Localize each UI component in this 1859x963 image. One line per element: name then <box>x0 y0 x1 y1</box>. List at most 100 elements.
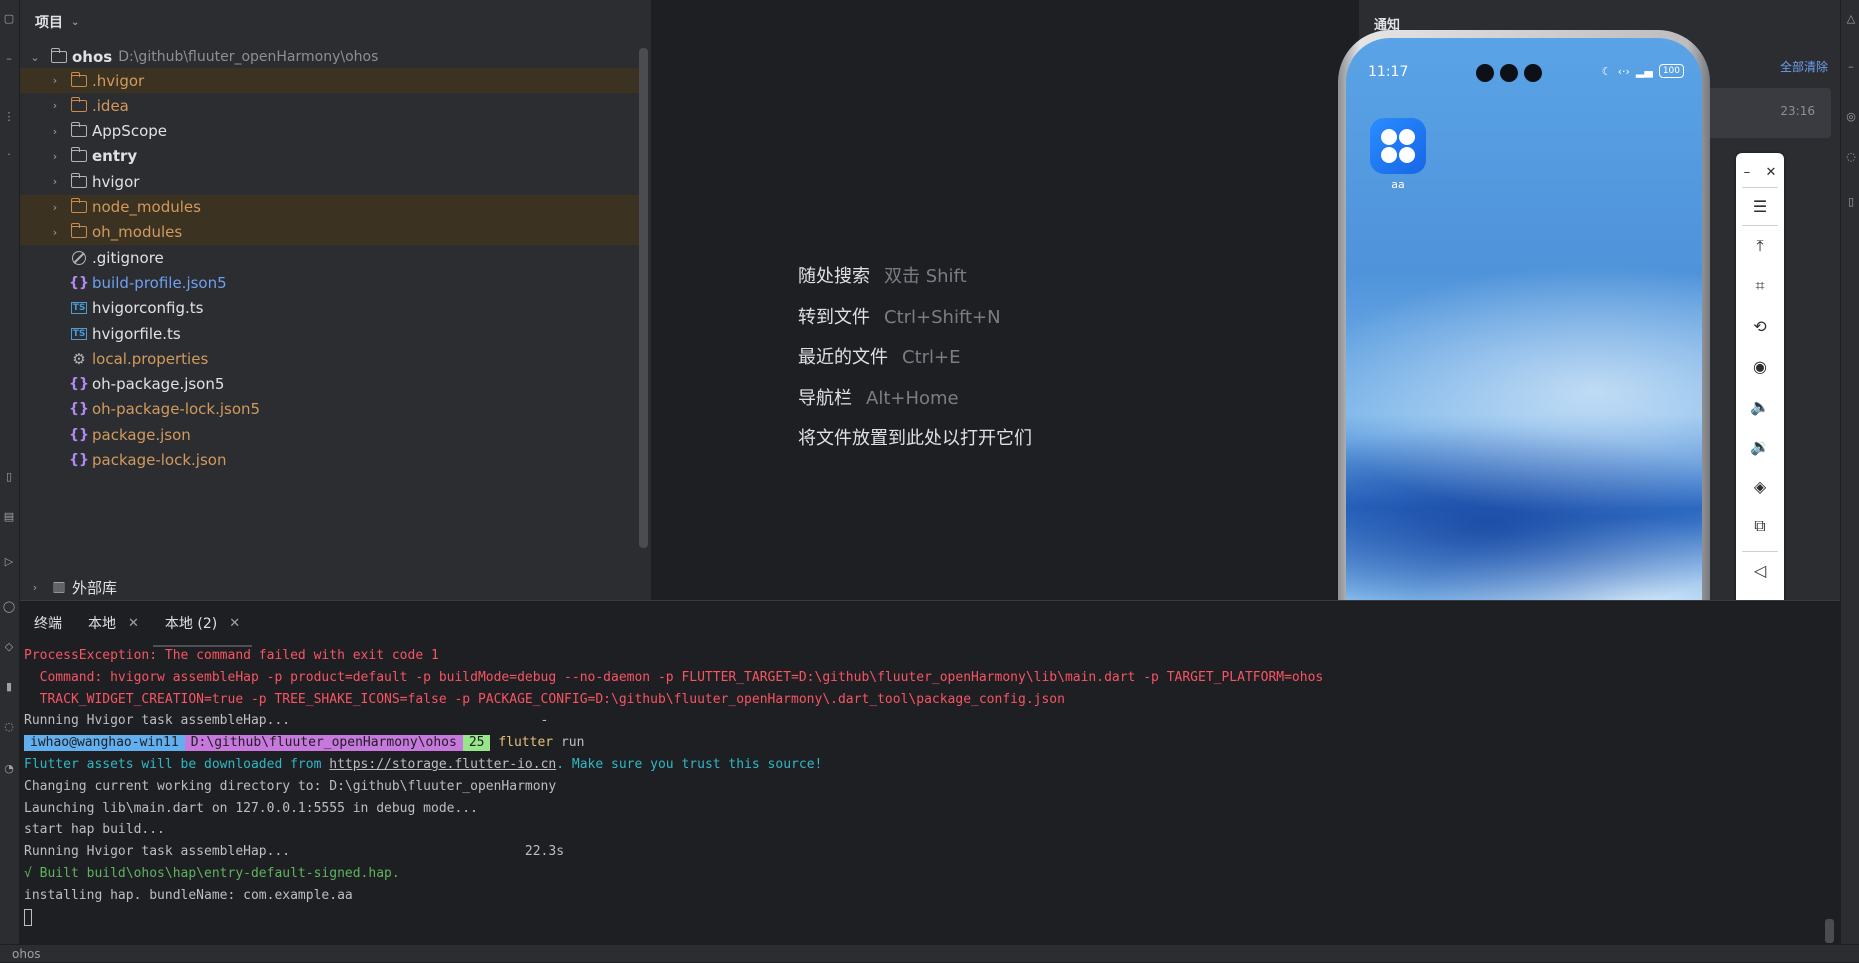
tree-external-libraries[interactable]: › ▥ 外部库 <box>20 572 640 602</box>
tree-item[interactable]: {} package.json <box>20 422 640 447</box>
screenshot-icon[interactable]: ◉ <box>1736 353 1784 379</box>
tree-item[interactable]: › node_modules <box>20 194 640 220</box>
chevron-right-icon[interactable]: › <box>48 99 62 112</box>
tree-item-label: oh-package-lock.json5 <box>92 400 261 419</box>
structure-tool-icon[interactable]: ⋮ <box>2 110 16 124</box>
minimize-icon[interactable]: – <box>1744 165 1751 180</box>
problems-tool-icon[interactable]: ◇ <box>2 640 16 654</box>
terminal-panel: 终端 本地 ✕ 本地 (2) ✕ ProcessException: The comma… <box>20 600 1840 944</box>
tree-item[interactable]: TS hvigorfile.ts <box>20 321 640 346</box>
volume-up-icon[interactable]: 🔈 <box>1736 393 1784 419</box>
tree-item[interactable]: TS hvigorconfig.ts <box>20 296 640 321</box>
commit-tool-icon[interactable]: – <box>2 52 16 66</box>
app-aa[interactable]: aa <box>1370 118 1426 191</box>
run-tool-icon[interactable]: ▷ <box>2 555 16 569</box>
tree-item[interactable]: .gitignore <box>20 245 640 270</box>
terminal-tab-label: 终端 <box>34 616 62 632</box>
terminal-text: Flutter assets will be downloaded from <box>24 756 330 772</box>
chevron-right-icon[interactable]: › <box>48 201 62 214</box>
close-icon[interactable]: ✕ <box>128 616 139 631</box>
back-icon[interactable]: ◁ <box>1736 557 1784 583</box>
project-header[interactable]: 项目 ⌄ <box>20 0 651 44</box>
folder-icon <box>70 96 88 114</box>
tree-item[interactable]: {} package-lock.json <box>20 448 640 473</box>
tree-item-label: hvigor <box>92 172 140 191</box>
shake-icon[interactable]: ◈ <box>1736 473 1784 499</box>
tree-item[interactable]: › entry <box>20 144 640 169</box>
editor-hint: 最近的文件 Ctrl+E <box>798 343 960 369</box>
tree-item-label: .hvigor <box>92 71 145 90</box>
signal-icon: ▂▄ <box>1635 64 1653 78</box>
minus-icon[interactable]: – <box>1844 60 1858 74</box>
chevron-right-icon[interactable]: › <box>48 226 62 239</box>
chevron-down-icon[interactable]: ⌄ <box>28 51 42 64</box>
status-bar: ohos <box>0 944 1859 962</box>
pin-top-icon[interactable]: ⤒ <box>1736 233 1784 259</box>
tree-item-label: package-lock.json <box>92 451 227 469</box>
prompt-argument: run <box>560 735 585 751</box>
clear-all-notifications-link[interactable]: 全部清除 <box>1780 58 1828 75</box>
services-tool-icon[interactable]: ◔ <box>2 762 16 776</box>
crop-icon[interactable]: ⌗ <box>1736 273 1784 299</box>
editor-hint-action: 最近的文件 <box>798 347 888 368</box>
git-tool-icon[interactable]: ◌ <box>2 720 16 734</box>
status-bar-breadcrumb[interactable]: ohos <box>12 947 41 961</box>
notification-time: 23:16 <box>1780 104 1815 118</box>
tree-item[interactable]: {} oh-package.json5 <box>20 372 640 397</box>
chevron-right-icon[interactable]: › <box>28 581 42 594</box>
chevron-right-icon[interactable]: › <box>48 125 62 138</box>
more-tools-icon[interactable]: · <box>2 148 16 162</box>
close-icon[interactable]: ✕ <box>1765 165 1776 180</box>
phone-status-time: 11:17 <box>1368 64 1409 80</box>
tree-item[interactable]: › AppScope <box>20 119 640 144</box>
tree-item[interactable]: › .hvigor <box>20 68 640 93</box>
module-folder-icon <box>50 48 68 65</box>
terminal-tab[interactable]: 本地 ✕ <box>88 613 139 633</box>
tree-item[interactable]: › oh_modules <box>20 219 640 245</box>
library-icon: ▥ <box>52 579 66 595</box>
external-libraries-label: 外部库 <box>72 578 118 597</box>
terminal-tool-icon[interactable]: ▮ <box>2 680 16 694</box>
project-tool-icon[interactable]: ▢ <box>2 12 16 26</box>
project-scrollbar[interactable] <box>639 48 648 548</box>
terminal-input-line[interactable] <box>24 907 1840 929</box>
tree-item[interactable]: {} oh-package-lock.json5 <box>20 397 640 422</box>
assistant-icon[interactable]: ◌ <box>1844 150 1858 164</box>
app-aa-icon[interactable] <box>1370 118 1426 174</box>
chevron-right-icon[interactable]: › <box>48 150 62 163</box>
chevron-right-icon[interactable]: › <box>48 175 62 188</box>
terminal-line: TRACK_WIDGET_CREATION=true -p TREE_SHAKE… <box>24 691 1065 707</box>
prompt-number-segment: 25 <box>462 735 491 752</box>
device-manager-icon[interactable]: ◎ <box>1844 110 1858 124</box>
menu-icon[interactable]: ☰ <box>1736 193 1784 219</box>
terminal-tab[interactable]: 终端 <box>34 613 62 633</box>
tree-item[interactable]: ⚙ local.properties <box>20 346 640 371</box>
editor-empty-area[interactable]: 随处搜索 双击 Shift 转到文件 Ctrl+Shift+N 最近的文件 Ctrl+E 导… <box>653 0 1359 600</box>
volume-down-icon[interactable]: 🔉 <box>1736 433 1784 459</box>
editor-hint-shortcut: 双击 Shift <box>884 266 967 287</box>
bookmarks-tool-icon[interactable]: ▯ <box>2 470 16 484</box>
build-tool-icon[interactable]: ▤ <box>2 510 16 524</box>
rotate-icon[interactable]: ⟲ <box>1736 313 1784 339</box>
close-icon[interactable]: ✕ <box>229 616 240 631</box>
chevron-down-icon[interactable]: ⌄ <box>71 17 79 28</box>
todo-tool-icon[interactable]: ◯ <box>2 600 16 614</box>
emulator-tool-icon[interactable]: ▯ <box>1844 195 1858 209</box>
json-file-icon: {} <box>69 426 89 443</box>
tree-item[interactable]: {} build-profile.json5 <box>20 270 640 295</box>
camera-cutout <box>1524 64 1542 82</box>
terminal-line: start hap build... <box>24 822 165 838</box>
tree-item-label: hvigorfile.ts <box>92 324 181 343</box>
tree-item[interactable]: › .idea <box>20 93 640 118</box>
tree-item[interactable]: › hvigor <box>20 169 640 194</box>
editor-hint-shortcut: Ctrl+Shift+N <box>884 306 1001 328</box>
terminal-output[interactable]: ProcessException: The command failed wit… <box>20 645 1840 928</box>
terminal-tab[interactable]: 本地 (2) ✕ <box>152 613 253 647</box>
terminal-line: Command: hvigorw assembleHap -p product=… <box>24 669 1324 685</box>
chevron-right-icon[interactable]: › <box>48 74 62 87</box>
terminal-link[interactable]: https://storage.flutter-io.cn <box>329 757 556 772</box>
notifications-tool-icon[interactable]: △ <box>1844 12 1858 26</box>
terminal-scrollbar[interactable] <box>1825 919 1834 943</box>
terminal-line: Running Hvigor task assembleHap... 22.3s <box>24 844 565 860</box>
multi-device-icon[interactable]: ⧉ <box>1736 513 1784 539</box>
